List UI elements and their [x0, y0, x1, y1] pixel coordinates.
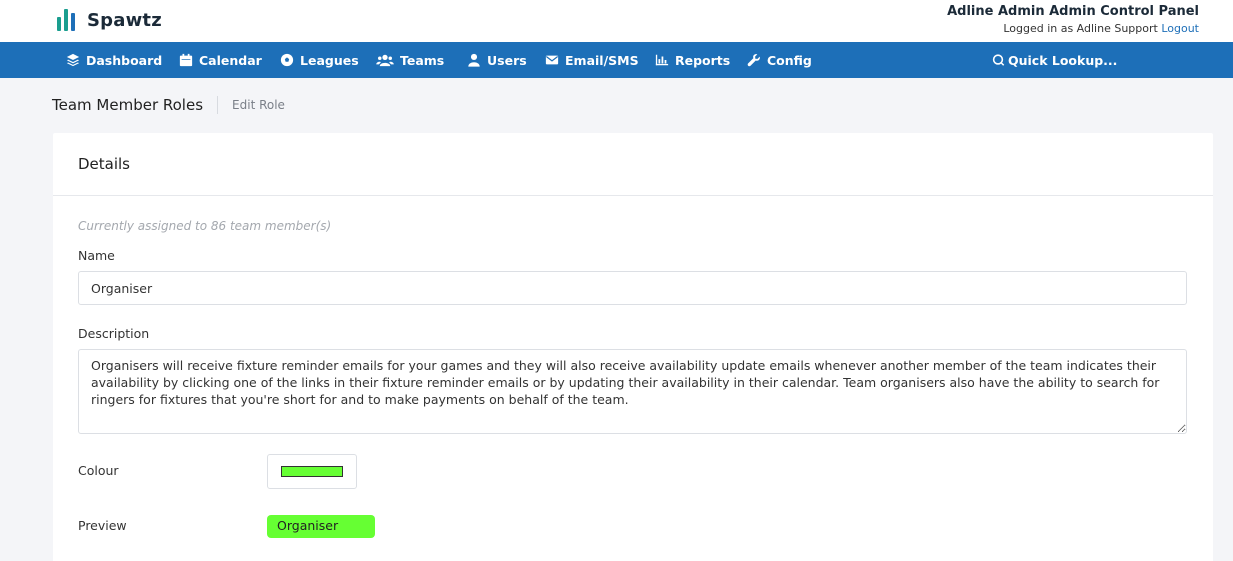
user-icon — [466, 53, 481, 68]
nav-leagues-label: Leagues — [300, 52, 359, 68]
nav-calendar[interactable]: Calendar — [178, 42, 262, 78]
logout-link[interactable]: Logout — [1161, 22, 1199, 35]
nav-users[interactable]: Users — [466, 42, 527, 78]
logo-bars-icon — [57, 9, 75, 31]
breadcrumb-divider — [217, 96, 219, 114]
colour-label: Colour — [78, 463, 119, 478]
assigned-count-note: Currently assigned to 86 team member(s) — [78, 219, 332, 233]
breadcrumb-current: Edit Role — [232, 98, 285, 112]
nav-teams[interactable]: Teams — [376, 42, 444, 78]
ball-icon — [279, 53, 294, 68]
nav-reports[interactable]: Reports — [654, 42, 730, 78]
account-title: Adline Admin Admin Control Panel — [947, 4, 1199, 19]
layers-icon — [65, 53, 80, 68]
logged-in-line: Logged in as Adline Support Logout — [947, 22, 1199, 35]
role-preview-badge: Organiser — [267, 515, 375, 538]
account-info: Adline Admin Admin Control Panel Logged … — [947, 4, 1199, 35]
description-textarea[interactable]: Organisers will receive fixture reminder… — [78, 349, 1187, 434]
name-label: Name — [78, 248, 115, 263]
breadcrumb: Team Member Roles Edit Role — [52, 93, 285, 117]
card-title: Details — [78, 155, 131, 173]
nav-config-label: Config — [767, 52, 812, 68]
name-input[interactable] — [78, 271, 1187, 305]
nav-calendar-label: Calendar — [199, 52, 262, 68]
nav-dashboard-label: Dashboard — [86, 52, 163, 68]
logged-in-text: Logged in as Adline Support — [1003, 22, 1158, 35]
quick-lookup[interactable]: Quick Lookup... — [990, 42, 1117, 78]
description-label: Description — [78, 326, 150, 341]
details-card: Details Currently assigned to 86 team me… — [53, 133, 1213, 561]
logo-text: Spawtz — [87, 9, 162, 31]
colour-picker[interactable] — [267, 454, 357, 489]
nav-dashboard[interactable]: Dashboard — [65, 42, 162, 78]
card-header: Details — [53, 133, 1213, 196]
top-header: Spawtz Adline Admin Admin Control Panel … — [0, 0, 1233, 42]
nav-teams-label: Teams — [400, 52, 445, 68]
preview-label: Preview — [78, 518, 127, 533]
nav-email-sms-label: Email/SMS — [565, 52, 639, 68]
nav-email-sms[interactable]: Email/SMS — [544, 42, 639, 78]
envelope-icon — [544, 53, 559, 68]
nav-leagues[interactable]: Leagues — [279, 42, 359, 78]
main-nav: Dashboard Calendar Leagues Teams Users E… — [0, 42, 1233, 78]
nav-config[interactable]: Config — [746, 42, 812, 78]
wrench-icon — [746, 53, 761, 68]
calendar-icon — [178, 53, 193, 68]
bar-chart-icon — [654, 53, 669, 68]
logo[interactable]: Spawtz — [57, 9, 162, 31]
search-icon — [990, 53, 1005, 68]
colour-swatch — [281, 466, 343, 477]
quick-lookup-label: Quick Lookup... — [1008, 52, 1118, 68]
nav-users-label: Users — [487, 52, 527, 68]
page-title[interactable]: Team Member Roles — [52, 96, 203, 114]
nav-reports-label: Reports — [675, 52, 731, 68]
team-icon — [376, 53, 394, 68]
